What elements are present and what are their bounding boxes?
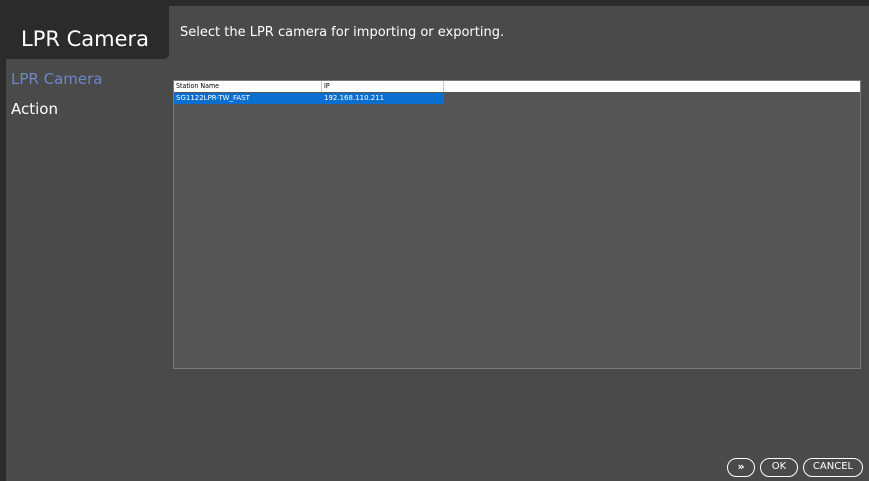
next-button[interactable]: »: [727, 458, 755, 477]
sidebar-item-action[interactable]: Action: [11, 100, 58, 119]
table-row[interactable]: SG1122LPR-TW_FAST 192.168.110.211: [174, 93, 444, 104]
header-title-box: LPR Camera: [6, 6, 169, 59]
camera-table[interactable]: Station Name IP SG1122LPR-TW_FAST 192.16…: [173, 80, 861, 369]
ok-button[interactable]: OK: [760, 458, 798, 477]
column-header-station-name[interactable]: Station Name: [174, 81, 322, 92]
sidebar-item-lpr-camera[interactable]: LPR Camera: [11, 70, 102, 89]
page-description: Select the LPR camera for importing or e…: [180, 25, 505, 40]
table-header: Station Name IP: [174, 81, 860, 92]
cell-ip: 192.168.110.211: [324, 94, 385, 102]
cancel-button[interactable]: CANCEL: [803, 458, 863, 477]
cell-station-name: SG1122LPR-TW_FAST: [176, 94, 250, 102]
page-title: LPR Camera: [21, 27, 150, 51]
column-header-ip[interactable]: IP: [322, 81, 444, 92]
